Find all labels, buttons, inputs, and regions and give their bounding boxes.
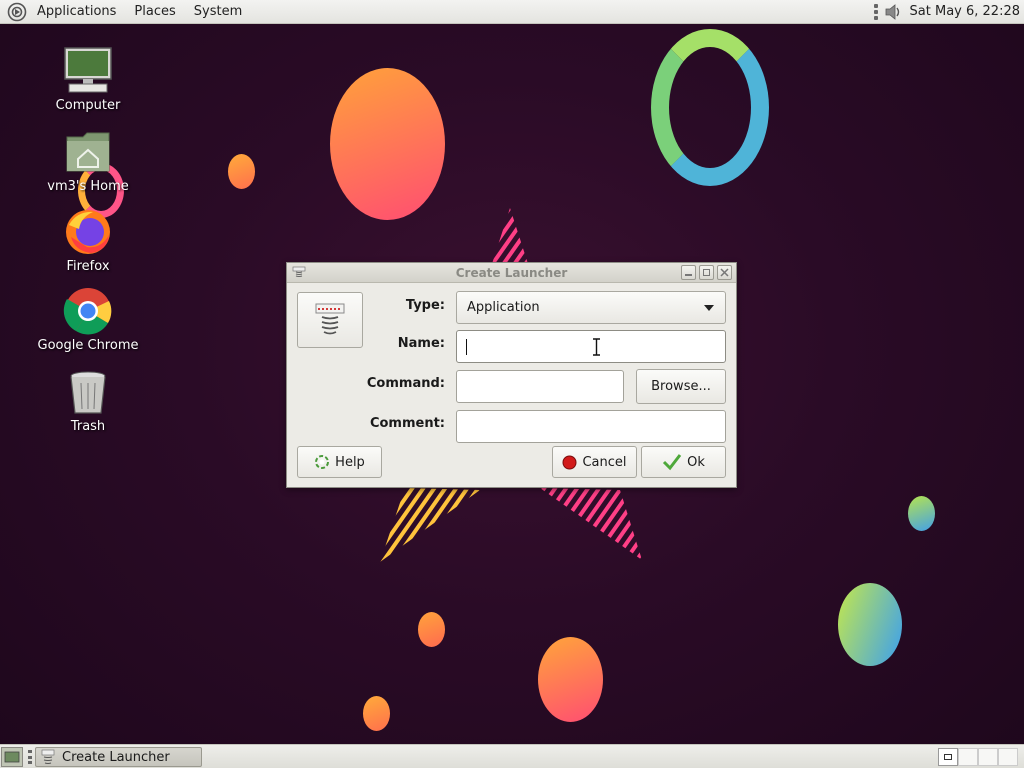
wallpaper-orb — [330, 68, 445, 220]
home-folder-icon — [63, 127, 113, 177]
launcher-spring-icon — [315, 303, 345, 335]
desktop-icon-label: Computer — [55, 98, 121, 113]
text-cursor-icon — [593, 338, 600, 356]
minimize-button[interactable] — [681, 265, 696, 280]
launcher-app-icon — [41, 749, 55, 764]
desktop-icon-trash[interactable]: Trash — [28, 367, 148, 434]
cancel-button-label: Cancel — [582, 454, 627, 470]
cancel-button[interactable]: Cancel — [552, 446, 637, 478]
browse-button-label: Browse... — [651, 379, 711, 394]
checkmark-icon — [663, 454, 682, 471]
comment-input[interactable] — [456, 410, 726, 443]
name-label: Name: — [397, 336, 445, 351]
minimize-icon — [685, 274, 692, 276]
taskbar-item-create-launcher[interactable]: Create Launcher — [35, 747, 202, 767]
desktop-icon-label: Trash — [70, 419, 106, 434]
menu-system[interactable]: System — [185, 0, 251, 24]
workspace-switcher[interactable] — [938, 748, 1020, 766]
desktop-icon-label: Google Chrome — [37, 338, 139, 353]
ok-button-label: Ok — [687, 454, 705, 470]
help-button-label: Help — [335, 454, 365, 470]
type-dropdown[interactable]: Application — [456, 291, 726, 324]
browse-button[interactable]: Browse... — [636, 369, 726, 404]
panel-handle-icon — [28, 750, 32, 764]
workspace-4[interactable] — [998, 748, 1018, 766]
dialog-title: Create Launcher — [455, 265, 568, 280]
command-input[interactable] — [456, 370, 624, 403]
create-launcher-dialog: Create Launcher Type: Application Name: … — [286, 262, 737, 488]
workspace-3[interactable] — [978, 748, 998, 766]
top-panel: Applications Places System Sat May 6, 22… — [0, 0, 1024, 24]
wallpaper-orb — [538, 637, 603, 722]
launcher-icon-button[interactable] — [297, 292, 363, 348]
close-button[interactable] — [717, 265, 732, 280]
wallpaper-orb — [418, 612, 445, 647]
wallpaper-orb — [363, 696, 390, 731]
workspace-1[interactable] — [938, 748, 958, 766]
maximize-button[interactable] — [699, 265, 714, 280]
desktop-icon-home[interactable]: vm3's Home — [28, 127, 148, 194]
dialog-app-icon — [292, 266, 306, 280]
text-caret — [466, 339, 467, 355]
dialog-titlebar[interactable]: Create Launcher — [287, 263, 736, 283]
comment-label: Comment: — [369, 416, 445, 431]
bottom-panel: Create Launcher — [0, 744, 1024, 768]
menu-places[interactable]: Places — [125, 0, 184, 24]
show-desktop-icon[interactable] — [1, 747, 23, 767]
panel-clock[interactable]: Sat May 6, 22:28 — [904, 4, 1024, 19]
computer-icon — [63, 46, 113, 96]
wallpaper-ring — [651, 29, 769, 186]
desktop-icon-label: vm3's Home — [47, 179, 129, 194]
panel-handle-icon — [873, 3, 878, 20]
chrome-icon — [63, 286, 113, 336]
name-input[interactable] — [456, 330, 726, 363]
maximize-icon — [703, 269, 710, 276]
close-icon — [720, 268, 729, 277]
help-icon — [315, 455, 330, 469]
desktop-icon-chrome[interactable]: Google Chrome — [28, 286, 148, 353]
type-dropdown-value: Application — [467, 300, 540, 315]
desktop-icon-firefox[interactable]: Firefox — [28, 207, 148, 274]
taskbar-item-label: Create Launcher — [62, 749, 170, 765]
panel-tray: Sat May 6, 22:28 — [873, 0, 1024, 24]
wallpaper-orb — [838, 583, 902, 666]
desktop-icon-label: Firefox — [66, 259, 110, 274]
desktop-icon-computer[interactable]: Computer — [28, 46, 148, 113]
chevron-down-icon — [704, 304, 714, 311]
command-label: Command: — [366, 376, 445, 391]
ok-button[interactable]: Ok — [641, 446, 726, 478]
volume-icon[interactable] — [882, 1, 904, 23]
help-button[interactable]: Help — [297, 446, 382, 478]
wallpaper-orb — [908, 496, 935, 531]
firefox-icon — [63, 207, 113, 257]
type-label: Type: — [405, 298, 445, 313]
trash-icon — [63, 367, 113, 417]
workspace-2[interactable] — [958, 748, 978, 766]
main-menu-icon[interactable] — [7, 2, 27, 22]
wallpaper-orb — [228, 154, 255, 189]
cancel-icon — [562, 455, 577, 469]
menu-applications[interactable]: Applications — [28, 0, 125, 24]
